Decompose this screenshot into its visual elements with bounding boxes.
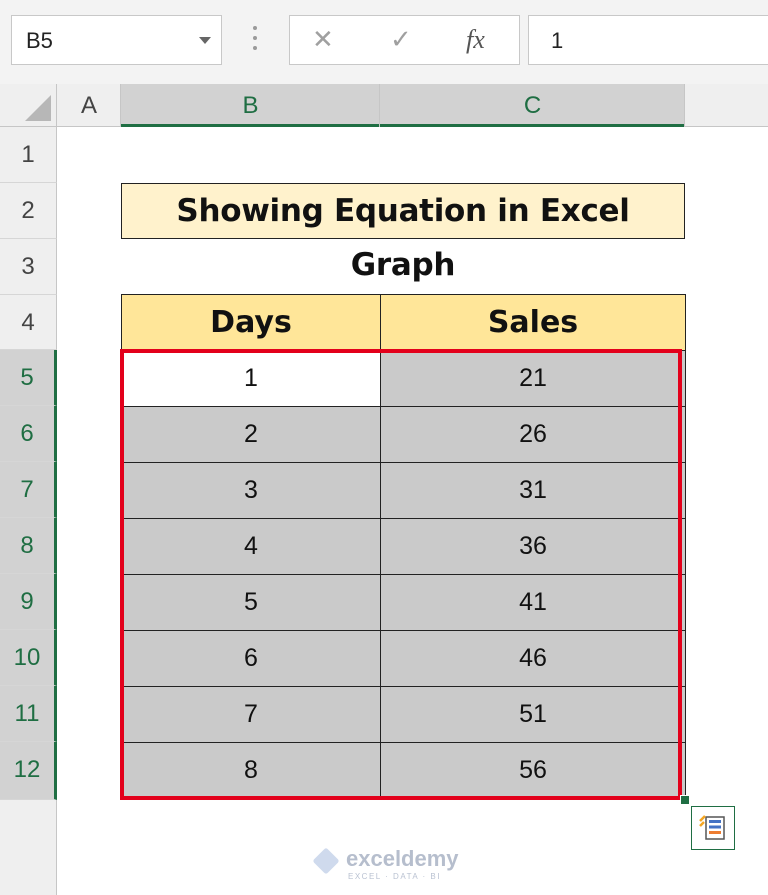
table-row: 6 46 — [121, 630, 686, 687]
table-row: 2 26 — [121, 406, 686, 463]
quick-analysis-button[interactable] — [691, 806, 735, 850]
cell-days[interactable]: 8 — [121, 742, 381, 799]
row-header-10[interactable]: 10 — [0, 630, 57, 686]
header-sales[interactable]: Sales — [380, 294, 686, 351]
table-header-row: Days Sales — [121, 294, 686, 351]
cancel-icon[interactable]: ✕ — [312, 24, 334, 55]
cell-sales[interactable]: 41 — [380, 574, 686, 631]
cell-sales[interactable]: 31 — [380, 462, 686, 519]
row-header-7[interactable]: 7 — [0, 462, 57, 518]
row-header-filler — [0, 800, 57, 895]
more-options-icon[interactable] — [252, 26, 258, 54]
watermark-name: exceldemy — [346, 846, 459, 871]
name-box[interactable]: B5 — [11, 15, 222, 65]
formula-buttons: ✕ ✓ fx — [289, 15, 520, 65]
row-header-1[interactable]: 1 — [0, 127, 57, 183]
table-row: 7 51 — [121, 686, 686, 743]
data-table: Days Sales 1 21 2 26 3 31 4 36 5 41 6 46… — [121, 294, 686, 799]
row-header-9[interactable]: 9 — [0, 574, 57, 630]
table-row: 1 21 — [121, 350, 686, 407]
cell-sales[interactable]: 46 — [380, 630, 686, 687]
quick-analysis-icon — [692, 815, 734, 853]
exceldemy-watermark: exceldemy EXCEL · DATA · BI — [312, 846, 464, 886]
cell-sales[interactable]: 51 — [380, 686, 686, 743]
cell-sales[interactable]: 26 — [380, 406, 686, 463]
row-header-12[interactable]: 12 — [0, 742, 57, 800]
cell-days[interactable]: 7 — [121, 686, 381, 743]
row-header-8[interactable]: 8 — [0, 518, 57, 574]
header-days[interactable]: Days — [121, 294, 381, 351]
function-icon[interactable]: fx — [466, 25, 485, 55]
cell-days[interactable]: 5 — [121, 574, 381, 631]
row-header-11[interactable]: 11 — [0, 686, 57, 742]
formula-bar-area: B5 ✕ ✓ fx 1 — [0, 0, 768, 84]
row-header-3[interactable]: 3 — [0, 239, 57, 295]
chevron-down-icon[interactable] — [199, 37, 211, 44]
cell-sales[interactable]: 21 — [380, 350, 686, 407]
enter-icon[interactable]: ✓ — [390, 24, 412, 55]
column-header-next[interactable] — [685, 84, 768, 127]
table-row: 3 31 — [121, 462, 686, 519]
column-header-b[interactable]: B — [121, 84, 380, 127]
cell-days[interactable]: 1 — [121, 350, 381, 407]
cell-days[interactable]: 4 — [121, 518, 381, 575]
select-all-corner[interactable] — [0, 84, 57, 127]
exceldemy-logo-icon — [312, 847, 340, 875]
row-header-6[interactable]: 6 — [0, 406, 57, 462]
cell-sales[interactable]: 36 — [380, 518, 686, 575]
table-row: 5 41 — [121, 574, 686, 631]
column-header-a[interactable]: A — [57, 84, 121, 127]
table-row: 4 36 — [121, 518, 686, 575]
cell-days[interactable]: 6 — [121, 630, 381, 687]
formula-value: 1 — [551, 28, 564, 53]
column-header-c[interactable]: C — [380, 84, 685, 127]
row-header-4[interactable]: 4 — [0, 295, 57, 350]
row-header-2[interactable]: 2 — [0, 183, 57, 239]
row-header-5[interactable]: 5 — [0, 350, 57, 406]
cell-sales[interactable]: 56 — [380, 742, 686, 799]
cell-days[interactable]: 2 — [121, 406, 381, 463]
cell-days[interactable]: 3 — [121, 462, 381, 519]
name-box-value: B5 — [26, 28, 53, 53]
formula-input[interactable]: 1 — [528, 15, 768, 65]
fill-handle[interactable] — [680, 795, 690, 805]
table-row: 8 56 — [121, 742, 686, 799]
watermark-tagline: EXCEL · DATA · BI — [348, 872, 441, 881]
sheet-title[interactable]: Showing Equation in Excel Graph — [121, 183, 685, 283]
